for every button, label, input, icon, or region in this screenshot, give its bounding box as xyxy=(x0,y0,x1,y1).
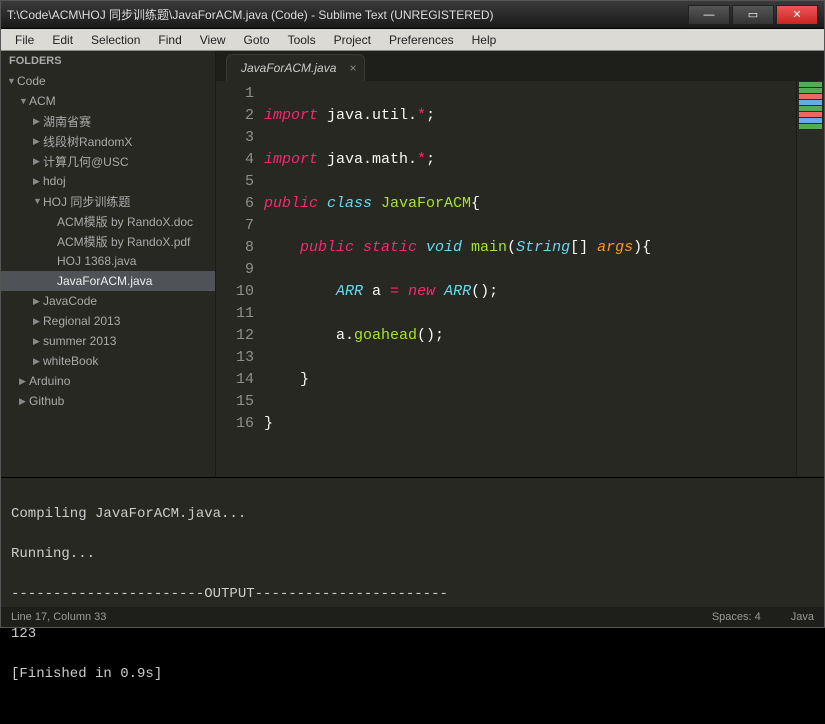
tree-item[interactable]: JavaForACM.java xyxy=(1,271,215,291)
tabbar: JavaForACM.java × xyxy=(216,51,824,81)
chevron-down-icon: ▼ xyxy=(33,196,43,206)
chevron-right-icon: ▶ xyxy=(33,156,43,167)
tree-item-label: 线段树RandomX xyxy=(43,133,132,150)
minimize-button[interactable]: — xyxy=(688,5,730,25)
menu-preferences[interactable]: Preferences xyxy=(381,31,462,49)
line-numbers: 12345678910111213141516 xyxy=(216,81,264,477)
tree-item-label: summer 2013 xyxy=(43,334,116,348)
chevron-right-icon: ▶ xyxy=(33,296,43,307)
window-title: T:\Code\ACM\HOJ 同步训练题\JavaForACM.java (C… xyxy=(7,6,688,23)
tree-item[interactable]: ▶Github xyxy=(1,391,215,411)
menu-find[interactable]: Find xyxy=(150,31,189,49)
tree-item-label: JavaForACM.java xyxy=(57,274,152,288)
tree-item-label: ACM xyxy=(29,94,56,108)
tree-item[interactable]: ▶whiteBook xyxy=(1,351,215,371)
indent-setting[interactable]: Spaces: 4 xyxy=(712,611,761,623)
menu-tools[interactable]: Tools xyxy=(280,31,324,49)
tree-item-label: 计算几何@USC xyxy=(43,153,129,170)
tree-item-label: Github xyxy=(29,394,64,408)
tree-item[interactable]: ▶计算几何@USC xyxy=(1,151,215,171)
tree-item-label: hdoj xyxy=(43,174,66,188)
tree-item[interactable]: ▶Regional 2013 xyxy=(1,311,215,331)
sidebar: FOLDERS ▼Code▼ACM▶湖南省赛▶线段树RandomX▶计算几何@U… xyxy=(1,51,216,477)
chevron-right-icon: ▶ xyxy=(19,376,29,387)
close-button[interactable]: ✕ xyxy=(776,5,818,25)
sidebar-header: FOLDERS xyxy=(1,51,215,71)
menu-file[interactable]: File xyxy=(7,31,42,49)
tree-item[interactable]: HOJ 1368.java xyxy=(1,251,215,271)
tree-item[interactable]: ▶JavaCode xyxy=(1,291,215,311)
tree-item[interactable]: ▼ACM xyxy=(1,91,215,111)
code-content[interactable]: import java.util.*; import java.math.*; … xyxy=(264,81,796,477)
tree-item-label: HOJ 同步训练题 xyxy=(43,193,130,210)
tree-item[interactable]: ▶hdoj xyxy=(1,171,215,191)
tree-item[interactable]: ▼HOJ 同步训练题 xyxy=(1,191,215,211)
window-controls: — ▭ ✕ xyxy=(688,5,818,25)
menu-project[interactable]: Project xyxy=(326,31,379,49)
main-body: FOLDERS ▼Code▼ACM▶湖南省赛▶线段树RandomX▶计算几何@U… xyxy=(1,51,824,477)
code-editor[interactable]: 12345678910111213141516 import java.util… xyxy=(216,81,824,477)
tree-item-label: ACM模版 by RandoX.doc xyxy=(57,213,193,230)
titlebar[interactable]: T:\Code\ACM\HOJ 同步训练题\JavaForACM.java (C… xyxy=(1,1,824,29)
menu-edit[interactable]: Edit xyxy=(44,31,81,49)
chevron-right-icon: ▶ xyxy=(33,356,43,367)
tree-item-label: Regional 2013 xyxy=(43,314,120,328)
chevron-right-icon: ▶ xyxy=(33,116,43,127)
tree-item-label: whiteBook xyxy=(43,354,98,368)
minimap[interactable] xyxy=(796,81,824,477)
tree-item[interactable]: ACM模版 by RandoX.doc xyxy=(1,211,215,231)
tree-item-label: HOJ 1368.java xyxy=(57,254,136,268)
tab-label: JavaForACM.java xyxy=(241,61,336,75)
chevron-right-icon: ▶ xyxy=(33,176,43,187)
tree-item-label: ACM模版 by RandoX.pdf xyxy=(57,233,190,250)
chevron-right-icon: ▶ xyxy=(19,396,29,407)
menu-view[interactable]: View xyxy=(192,31,234,49)
tree-item-label: 湖南省赛 xyxy=(43,113,91,130)
editor-area: JavaForACM.java × 1234567891011121314151… xyxy=(216,51,824,477)
tree-item-label: JavaCode xyxy=(43,294,97,308)
menu-selection[interactable]: Selection xyxy=(83,31,148,49)
chevron-right-icon: ▶ xyxy=(33,316,43,327)
statusbar: Line 17, Column 33 Spaces: 4 Java xyxy=(1,607,824,627)
menu-goto[interactable]: Goto xyxy=(236,31,278,49)
app-window: T:\Code\ACM\HOJ 同步训练题\JavaForACM.java (C… xyxy=(0,0,825,628)
tree-item-label: Arduino xyxy=(29,374,70,388)
chevron-down-icon: ▼ xyxy=(7,76,17,86)
folder-tree[interactable]: ▼Code▼ACM▶湖南省赛▶线段树RandomX▶计算几何@USC▶hdoj▼… xyxy=(1,71,215,477)
syntax-setting[interactable]: Java xyxy=(791,611,814,623)
tree-item-label: Code xyxy=(17,74,46,88)
tree-item[interactable]: ▶Arduino xyxy=(1,371,215,391)
chevron-right-icon: ▶ xyxy=(33,336,43,347)
tab-javaforacm[interactable]: JavaForACM.java × xyxy=(226,54,365,81)
chevron-down-icon: ▼ xyxy=(19,96,29,106)
tree-item[interactable]: ▼Code xyxy=(1,71,215,91)
tree-item[interactable]: ▶线段树RandomX xyxy=(1,131,215,151)
maximize-button[interactable]: ▭ xyxy=(732,5,774,25)
menubar: File Edit Selection Find View Goto Tools… xyxy=(1,29,824,51)
tree-item[interactable]: ACM模版 by RandoX.pdf xyxy=(1,231,215,251)
menu-help[interactable]: Help xyxy=(464,31,505,49)
cursor-position[interactable]: Line 17, Column 33 xyxy=(11,611,106,623)
close-icon[interactable]: × xyxy=(349,61,356,75)
tree-item[interactable]: ▶湖南省赛 xyxy=(1,111,215,131)
build-console[interactable]: Compiling JavaForACM.java... Running... … xyxy=(1,477,824,607)
tree-item[interactable]: ▶summer 2013 xyxy=(1,331,215,351)
chevron-right-icon: ▶ xyxy=(33,136,43,147)
